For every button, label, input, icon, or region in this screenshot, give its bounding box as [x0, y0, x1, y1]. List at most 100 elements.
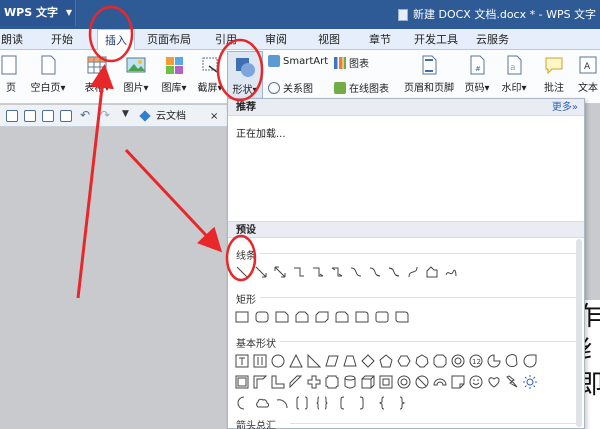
curved-arrow-connector-shape-icon[interactable]	[368, 265, 382, 279]
app-menu-button[interactable]: WPS 文字 ▼	[0, 0, 76, 26]
parallelogram-shape-icon[interactable]	[325, 354, 339, 368]
tab-chapter[interactable]: 章节	[369, 31, 391, 49]
folded-corner-shape-icon[interactable]	[451, 375, 465, 389]
gallery-button[interactable]: 图库▾	[156, 50, 192, 94]
tab-review[interactable]: 审阅	[265, 31, 287, 49]
blank-page-button[interactable]: 空白页▾	[26, 50, 70, 94]
plaque-shape-icon[interactable]	[325, 375, 339, 389]
heptagon-shape-icon[interactable]	[415, 354, 429, 368]
pdf-export-icon[interactable]	[60, 110, 72, 122]
online-chart-button[interactable]: 在线图表	[334, 80, 389, 95]
block-arc-shape-icon[interactable]	[433, 375, 447, 389]
left-brace-shape-icon[interactable]	[375, 396, 389, 410]
half-frame-shape-icon[interactable]	[253, 375, 267, 389]
more-link[interactable]: 更多»	[552, 99, 578, 116]
teardrop-shape-icon[interactable]	[523, 354, 537, 368]
chord-shape-icon[interactable]	[505, 354, 519, 368]
smartart-button[interactable]: SmartArt	[268, 55, 328, 67]
dodecagon-shape-icon[interactable]: 12	[469, 354, 483, 368]
round-same-side-rectangle-shape-icon[interactable]	[375, 310, 389, 324]
tab-page-layout[interactable]: 页面布局	[147, 31, 191, 49]
snip-diagonal-rectangle-shape-icon[interactable]	[315, 310, 329, 324]
chart-button[interactable]: 图表	[334, 55, 369, 70]
donut-shape-icon[interactable]	[397, 375, 411, 389]
snip-corner-rectangle-shape-icon[interactable]	[275, 310, 289, 324]
left-bracket-shape-icon[interactable]	[335, 396, 349, 410]
close-icon[interactable]: ×	[210, 108, 218, 125]
page-number-button[interactable]: # 页码▾	[460, 50, 494, 94]
text-box-shape-icon[interactable]	[235, 354, 249, 368]
tab-references[interactable]: 引用	[215, 31, 237, 49]
cube-shape-icon[interactable]	[361, 375, 375, 389]
decagon-shape-icon[interactable]	[451, 354, 465, 368]
cloud-shape-icon[interactable]	[255, 396, 269, 410]
smiley-face-shape-icon[interactable]	[469, 375, 483, 389]
line-shape-icon[interactable]	[235, 265, 249, 279]
page-button[interactable]: 页	[0, 50, 22, 94]
tab-read[interactable]: 朗读	[1, 31, 23, 49]
hexagon-shape-icon[interactable]	[397, 354, 411, 368]
tab-view[interactable]: 视图	[318, 31, 340, 49]
round-single-corner-rectangle-shape-icon[interactable]	[355, 310, 369, 324]
scribble-shape-icon[interactable]	[444, 265, 458, 279]
print-preview-icon[interactable]	[42, 110, 54, 122]
pentagon-shape-icon[interactable]	[379, 354, 393, 368]
sun-shape-icon[interactable]	[523, 375, 537, 389]
trapezoid-shape-icon[interactable]	[343, 354, 357, 368]
watermark-button[interactable]: a 水印▾	[497, 50, 531, 94]
curved-connector-shape-icon[interactable]	[349, 265, 363, 279]
vertical-text-box-shape-icon[interactable]	[253, 354, 267, 368]
shapes-button[interactable]: 形状▾	[227, 51, 263, 101]
frame-shape-icon[interactable]	[235, 375, 249, 389]
redo-icon[interactable]: ↷	[100, 108, 110, 122]
header-footer-button[interactable]: 页眉和页脚	[400, 50, 458, 94]
arc-shape-icon[interactable]	[275, 396, 289, 410]
right-brace-shape-icon[interactable]	[395, 396, 409, 410]
undo-icon[interactable]: ↶	[80, 108, 90, 122]
freeform-shape-icon[interactable]	[425, 265, 439, 279]
screenshot-button[interactable]: 截屏▾	[194, 50, 226, 94]
right-bracket-shape-icon[interactable]	[355, 396, 369, 410]
right-triangle-shape-icon[interactable]	[307, 354, 321, 368]
tab-developer[interactable]: 开发工具	[414, 31, 458, 49]
arrow-line-shape-icon[interactable]	[254, 265, 268, 279]
oval-shape-icon[interactable]	[271, 354, 285, 368]
cross-shape-icon[interactable]	[307, 375, 321, 389]
lightning-bolt-shape-icon[interactable]	[505, 375, 519, 389]
round-diagonal-rectangle-shape-icon[interactable]	[395, 310, 409, 324]
bevel-shape-icon[interactable]	[379, 375, 393, 389]
diagonal-stripe-shape-icon[interactable]	[289, 375, 303, 389]
snip-same-side-rectangle-shape-icon[interactable]	[295, 310, 309, 324]
curved-double-arrow-connector-shape-icon[interactable]	[387, 265, 401, 279]
tab-cloud[interactable]: 云服务	[476, 31, 509, 49]
comment-button[interactable]: 批注	[540, 50, 568, 94]
table-button[interactable]: 表格▾	[80, 50, 114, 94]
double-arrow-line-shape-icon[interactable]	[273, 265, 287, 279]
snip-round-rectangle-shape-icon[interactable]	[335, 310, 349, 324]
curve-shape-icon[interactable]	[406, 265, 420, 279]
relation-chart-button[interactable]: 关系图	[268, 80, 313, 95]
diamond-shape-icon[interactable]	[361, 354, 375, 368]
rectangle-shape-icon[interactable]	[235, 310, 249, 324]
pie-shape-icon[interactable]	[487, 354, 501, 368]
cloud-doc-tab[interactable]: 云文档 ×	[139, 108, 218, 125]
panel-scrollbar[interactable]	[576, 239, 582, 427]
heart-shape-icon[interactable]	[487, 375, 501, 389]
no-symbol-shape-icon[interactable]	[415, 375, 429, 389]
elbow-double-arrow-connector-shape-icon[interactable]	[330, 265, 344, 279]
elbow-connector-shape-icon[interactable]	[292, 265, 306, 279]
tab-insert[interactable]: 插入	[97, 29, 135, 51]
picture-button[interactable]: 图片▾	[118, 50, 154, 94]
moon-shape-icon[interactable]	[235, 396, 249, 410]
print-icon[interactable]	[24, 110, 36, 122]
triangle-shape-icon[interactable]	[289, 354, 303, 368]
save-icon[interactable]	[6, 110, 18, 122]
double-brace-shape-icon[interactable]	[315, 396, 329, 410]
l-shape-icon[interactable]	[271, 375, 285, 389]
rounded-rectangle-shape-icon[interactable]	[255, 310, 269, 324]
octagon-shape-icon[interactable]	[433, 354, 447, 368]
customize-caret-icon[interactable]: ▼	[122, 109, 129, 119]
tab-home[interactable]: 开始	[51, 31, 73, 49]
text-box-button[interactable]: A 文本	[576, 50, 600, 94]
elbow-arrow-connector-shape-icon[interactable]	[311, 265, 325, 279]
